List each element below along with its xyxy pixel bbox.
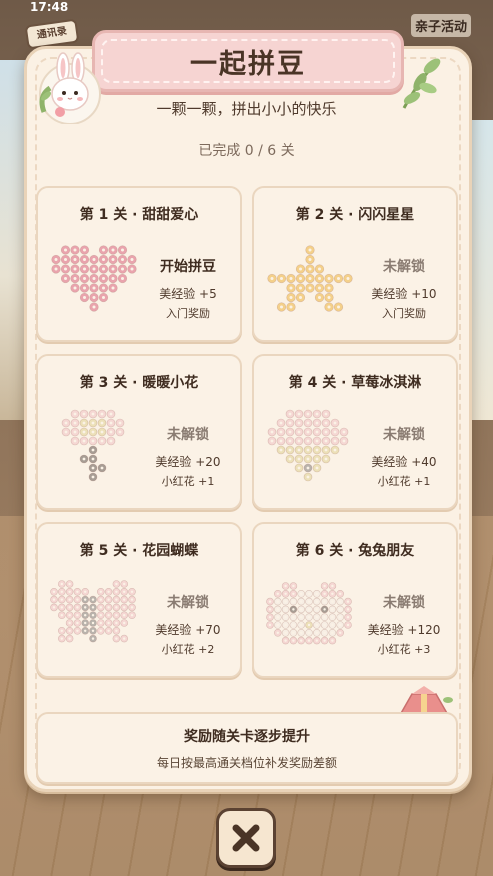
level-card-3[interactable]: 第 3 关 · 暖暖小花 未解锁 美经验 +20 小红花 +1 xyxy=(36,354,242,510)
reward-exp: 美经验 +120 xyxy=(367,623,441,637)
level-card-6[interactable]: 第 6 关 · 兔兔朋友 未解锁 美经验 +120 小红花 +3 xyxy=(252,522,458,678)
family-activity-button[interactable]: 亲子活动 xyxy=(410,14,471,37)
level-title: 第 6 关 · 兔兔朋友 xyxy=(295,543,415,559)
reward-extra: 小红花 +1 xyxy=(377,475,431,488)
level-title: 第 1 关 · 甜甜爱心 xyxy=(79,207,199,223)
reward-extra: 小红花 +2 xyxy=(161,643,215,656)
reward-extra: 小红花 +3 xyxy=(377,643,431,656)
start-beading-button[interactable]: 开始拼豆 xyxy=(138,256,238,276)
butterfly-bead-pattern-icon xyxy=(50,580,136,643)
level-title: 第 3 关 · 暖暖小花 xyxy=(79,375,199,391)
ice-cream-bead-pattern-icon xyxy=(267,409,349,482)
title-ribbon: 一起拼豆 xyxy=(92,30,404,92)
reward-exp: 美经验 +20 xyxy=(155,455,221,469)
reward-info-subtitle: 每日按最高通关档位补发奖励差额 xyxy=(156,756,337,770)
level-title: 第 2 关 · 闪闪星星 xyxy=(295,207,415,223)
page-title: 一起拼豆 xyxy=(190,48,306,80)
reward-info-title: 奖励随关卡逐步提升 xyxy=(184,729,310,745)
reward-info-box: 奖励随关卡逐步提升 每日按最高通关档位补发奖励差额 xyxy=(36,712,458,784)
reward-exp: 美经验 +10 xyxy=(371,287,437,301)
reward-exp: 美经验 +40 xyxy=(371,455,437,469)
status-time: 17:48 xyxy=(30,0,69,14)
reward-exp: 美经验 +70 xyxy=(155,623,221,637)
level-card-4[interactable]: 第 4 关 · 草莓冰淇淋 未解锁 美经验 +40 小红花 +1 xyxy=(252,354,458,510)
locked-status: 未解锁 xyxy=(383,427,425,443)
level-card-2[interactable]: 第 2 关 · 闪闪星星 未解锁 美经验 +10 入门奖励 xyxy=(252,186,458,342)
contacts-badge[interactable]: 通讯录 xyxy=(24,18,80,50)
reward-extra: 入门奖励 xyxy=(166,307,210,320)
star-bead-pattern-icon xyxy=(267,245,353,312)
close-button[interactable] xyxy=(216,808,276,868)
level-title: 第 4 关 · 草莓冰淇淋 xyxy=(288,375,422,391)
level-card-1[interactable]: 第 1 关 · 甜甜爱心 开始拼豆 美经验 +5 入门奖励 xyxy=(36,186,242,342)
progress-text: 已完成 0 / 6 关 xyxy=(198,143,295,159)
heart-bead-pattern-icon xyxy=(51,245,137,312)
level-title: 第 5 关 · 花园蝴蝶 xyxy=(79,543,199,559)
flower-bead-pattern-icon xyxy=(61,409,125,482)
reward-extra: 小红花 +1 xyxy=(161,475,215,488)
locked-status: 未解锁 xyxy=(167,427,209,443)
page-subtitle: 一颗一颗，拼出小小的快乐 xyxy=(156,100,337,118)
close-icon xyxy=(232,824,260,852)
bunny-bead-pattern-icon xyxy=(266,582,352,645)
reward-extra: 入门奖励 xyxy=(382,307,426,320)
locked-status: 未解锁 xyxy=(383,259,425,275)
reward-exp: 美经验 +5 xyxy=(159,287,217,301)
locked-status: 未解锁 xyxy=(167,595,209,611)
locked-status: 未解锁 xyxy=(383,595,425,611)
level-card-5[interactable]: 第 5 关 · 花园蝴蝶 未解锁 美经验 +70 小红花 +2 xyxy=(36,522,242,678)
